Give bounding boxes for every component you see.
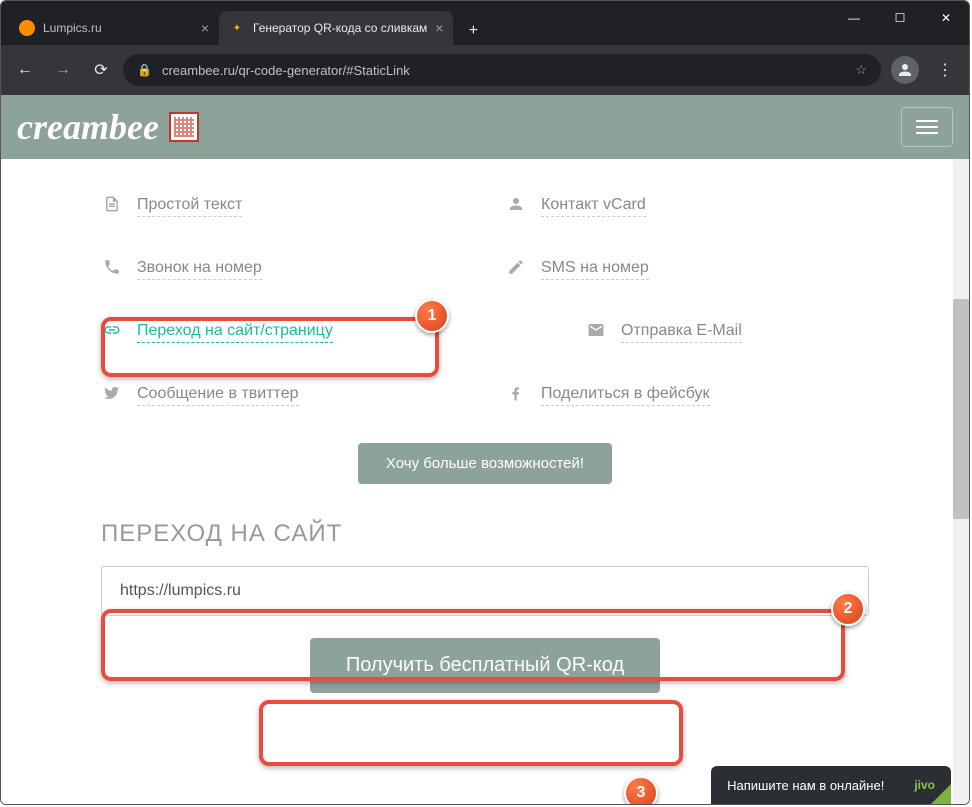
- section-title: ПЕРЕХОД НА САЙТ: [101, 520, 869, 548]
- window-minimize[interactable]: ―: [831, 3, 877, 33]
- new-tab-button[interactable]: +: [459, 17, 487, 45]
- person-icon: [896, 61, 914, 79]
- option-label: Звонок на номер: [137, 259, 262, 280]
- qr-type-options: Простой текст Контакт vCard Звонок на но…: [101, 189, 869, 413]
- chat-text: Напишите нам в онлайне!: [727, 778, 884, 793]
- annotation-badge-3: 3: [624, 776, 658, 804]
- favicon-icon: ✦: [229, 20, 245, 36]
- reload-button[interactable]: ⟳: [85, 54, 117, 86]
- url-input[interactable]: [101, 566, 869, 616]
- tab-close-icon[interactable]: ×: [201, 20, 209, 36]
- option-email[interactable]: Отправка E-Mail: [505, 315, 869, 350]
- option-sms[interactable]: SMS на номер: [505, 252, 869, 287]
- tab-close-icon[interactable]: ×: [435, 20, 443, 36]
- site-logo[interactable]: creambee: [17, 106, 199, 148]
- window-close[interactable]: ✕: [923, 3, 969, 33]
- more-options-button[interactable]: Хочу больше возможностей!: [358, 443, 612, 484]
- annotation-badge-2: 2: [831, 592, 865, 626]
- tab-title: Lumpics.ru: [43, 21, 102, 35]
- hamburger-menu[interactable]: [901, 107, 953, 147]
- address-bar[interactable]: 🔒 creambee.ru/qr-code-generator/#StaticL…: [123, 54, 881, 86]
- logo-text: creambee: [17, 106, 159, 148]
- lock-icon: 🔒: [137, 63, 152, 77]
- annotation-highlight-3: [259, 700, 683, 766]
- back-button[interactable]: ←: [9, 54, 41, 86]
- forward-button[interactable]: →: [47, 54, 79, 86]
- option-label: Простой текст: [137, 196, 242, 217]
- envelope-icon: [585, 321, 607, 344]
- chat-widget[interactable]: Напишите нам в онлайне! jivo: [711, 766, 951, 804]
- qr-icon: [169, 112, 199, 142]
- window-maximize[interactable]: ☐: [877, 3, 923, 33]
- tab-lumpics[interactable]: Lumpics.ru ×: [9, 11, 219, 45]
- option-label: Сообщение в твиттер: [137, 385, 299, 406]
- tab-title: Генератор QR-кода со сливкам: [253, 21, 427, 35]
- option-label: SMS на номер: [541, 259, 649, 280]
- url-text: creambee.ru/qr-code-generator/#StaticLin…: [162, 63, 845, 78]
- option-label: Отправка E-Mail: [621, 322, 742, 343]
- option-call[interactable]: Звонок на номер: [101, 252, 465, 287]
- option-label: Переход на сайт/страницу: [137, 322, 333, 343]
- option-label: Контакт vCard: [541, 196, 646, 217]
- link-icon: [101, 321, 123, 344]
- annotation-badge-1: 1: [415, 299, 449, 333]
- document-icon: [101, 195, 123, 218]
- bookmark-star-icon[interactable]: ☆: [855, 62, 867, 78]
- option-text[interactable]: Простой текст: [101, 189, 465, 224]
- option-label: Поделиться в фейсбук: [541, 385, 710, 406]
- option-facebook[interactable]: Поделиться в фейсбук: [505, 378, 869, 413]
- option-vcard[interactable]: Контакт vCard: [505, 189, 869, 224]
- tab-creambee[interactable]: ✦ Генератор QR-кода со сливкам ×: [219, 11, 453, 45]
- phone-icon: [101, 258, 123, 281]
- menu-button[interactable]: ⋮: [929, 54, 961, 86]
- option-twitter[interactable]: Сообщение в твиттер: [101, 378, 465, 413]
- facebook-icon: [505, 384, 527, 407]
- get-qr-button[interactable]: Получить бесплатный QR-код: [310, 638, 660, 693]
- page-content: creambee Простой текст: [1, 95, 969, 804]
- profile-avatar[interactable]: [891, 56, 919, 84]
- jivo-corner: [931, 784, 951, 804]
- browser-toolbar: ← → ⟳ 🔒 creambee.ru/qr-code-generator/#S…: [1, 45, 969, 95]
- favicon-icon: [19, 20, 35, 36]
- edit-icon: [505, 258, 527, 281]
- option-link[interactable]: Переход на сайт/страницу: [101, 315, 465, 350]
- browser-tabs: Lumpics.ru × ✦ Генератор QR-кода со слив…: [9, 9, 487, 45]
- twitter-icon: [101, 384, 123, 407]
- user-icon: [505, 195, 527, 218]
- site-header: creambee: [1, 95, 969, 159]
